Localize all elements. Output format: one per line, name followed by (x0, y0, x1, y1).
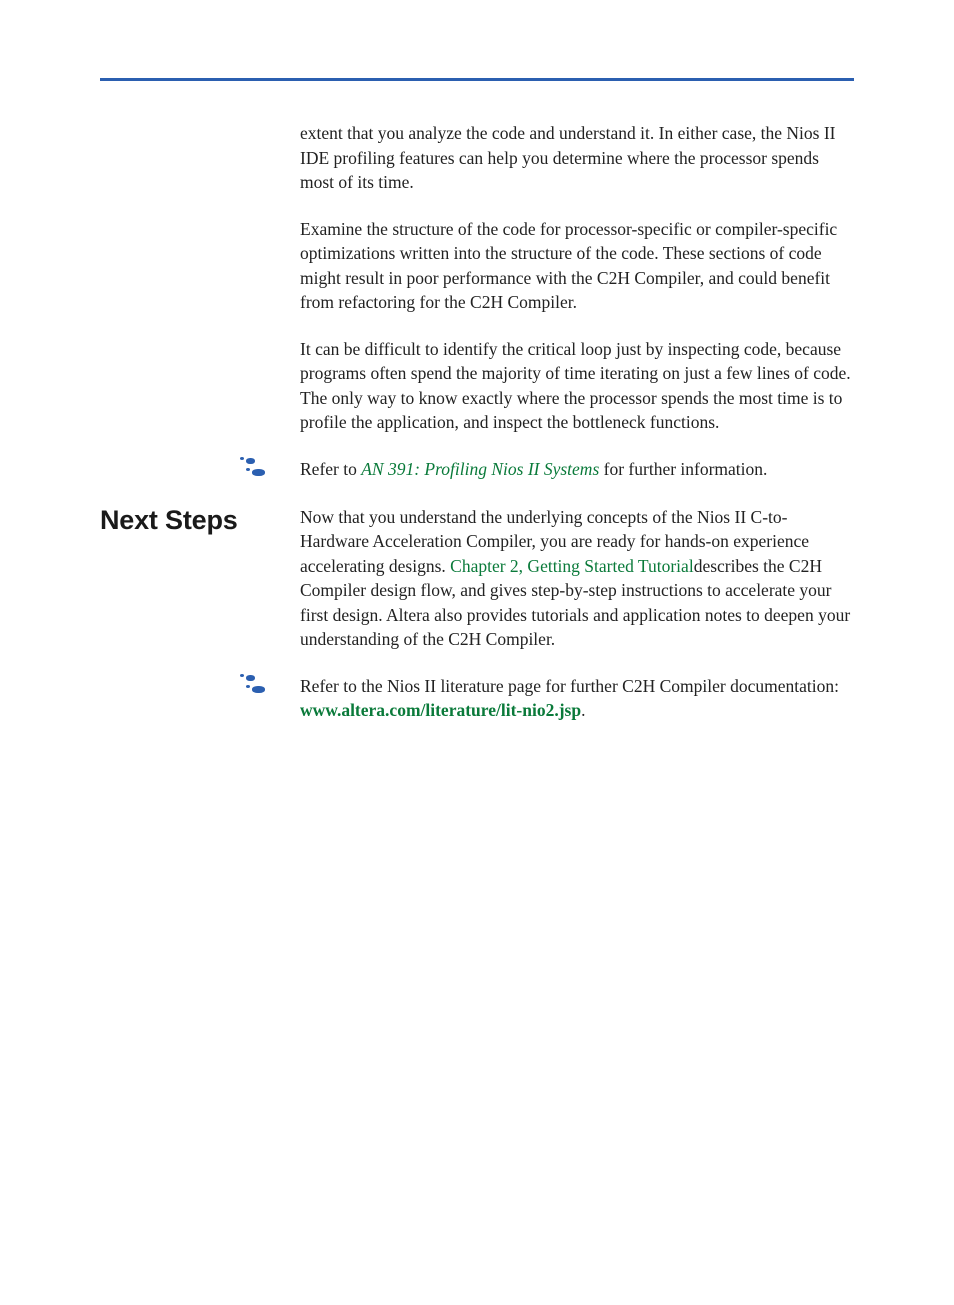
note-2: Refer to the Nios II literature page for… (300, 674, 854, 723)
body-paragraph-3: It can be difficult to identify the crit… (300, 337, 854, 435)
body-paragraph-1: extent that you analyze the code and und… (300, 121, 854, 195)
note-1-prefix: Refer to (300, 459, 361, 479)
note-1: Refer to AN 391: Profiling Nios II Syste… (300, 457, 854, 482)
next-steps-link[interactable]: Chapter 2, Getting Started Tutorial (450, 556, 694, 576)
header-rule (100, 78, 854, 81)
note-1-link[interactable]: AN 391: Profiling Nios II Systems (361, 459, 599, 479)
note-2-suffix: . (581, 700, 585, 720)
note-1-suffix: for further information. (599, 459, 767, 479)
section-heading-next-steps: Next Steps (100, 505, 238, 536)
note-2-link[interactable]: www.altera.com/literature/lit-nio2.jsp (300, 700, 581, 720)
footsteps-icon (236, 674, 270, 700)
next-steps-paragraph: Now that you understand the underlying c… (300, 505, 854, 652)
note-2-prefix: Refer to the Nios II literature page for… (300, 676, 839, 696)
body-paragraph-2: Examine the structure of the code for pr… (300, 217, 854, 315)
footsteps-icon (236, 457, 270, 483)
